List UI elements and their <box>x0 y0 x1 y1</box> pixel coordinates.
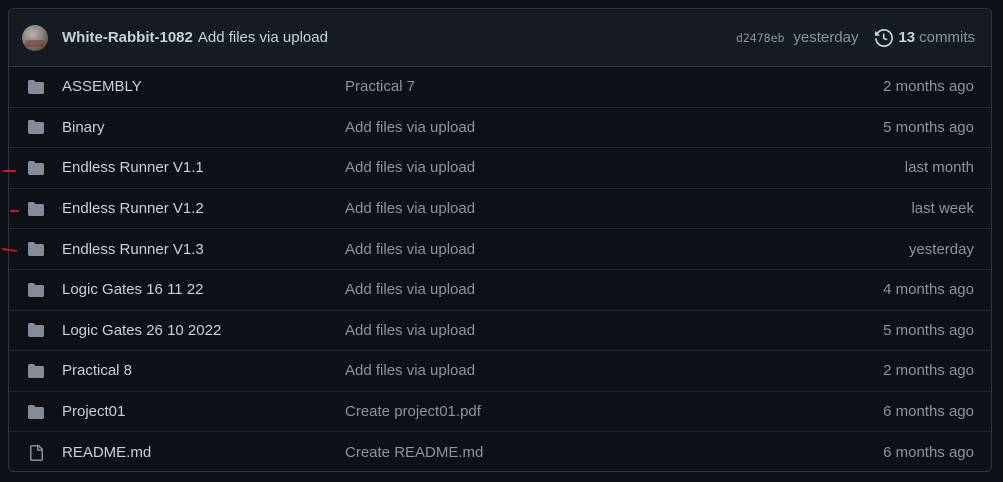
file-age: 6 months ago <box>883 403 974 421</box>
commit-sha-link[interactable]: d2478eb <box>736 31 784 45</box>
file-commit-message-link[interactable]: Create project01.pdf <box>345 403 883 420</box>
file-list: ASSEMBLY Practical 72 months ago Binary Add… <box>9 67 991 471</box>
file-age: 5 months ago <box>883 118 974 136</box>
commits-label: commits <box>919 29 975 46</box>
file-row[interactable]: Binary Add files via upload 5 months ago <box>9 108 991 149</box>
file-age: last month <box>904 159 974 177</box>
folder-icon <box>26 361 46 381</box>
file-commit-message-link[interactable]: Add files via upload <box>345 241 909 258</box>
folder-icon <box>26 280 46 300</box>
annotation-marker <box>3 170 16 172</box>
folder-icon <box>26 402 46 422</box>
commit-count: 13 <box>898 29 916 46</box>
file-commit-message-link[interactable]: Add files via upload <box>345 119 883 136</box>
file-commit-message-link[interactable]: Add files via upload <box>345 281 883 298</box>
history-icon <box>875 28 894 47</box>
file-name-link[interactable]: Practical 8 <box>62 362 345 379</box>
file-name-link[interactable]: README.md <box>62 444 345 461</box>
file-age: 4 months ago <box>883 281 974 299</box>
file-age: last week <box>911 200 974 218</box>
commit-time: yesterday <box>793 29 859 46</box>
file-browser-box: White-Rabbit-1082 Add files via upload d… <box>8 8 992 472</box>
folder-icon <box>26 158 46 178</box>
folder-icon <box>26 77 46 97</box>
latest-commit-header: White-Rabbit-1082 Add files via upload d… <box>9 9 991 67</box>
folder-icon <box>26 320 46 340</box>
file-name-link[interactable]: Endless Runner V1.3 <box>62 241 345 258</box>
file-row[interactable]: ASSEMBLY Practical 72 months ago <box>9 67 991 108</box>
file-name-link[interactable]: Logic Gates 16 11 22 <box>62 281 345 298</box>
file-commit-message-link[interactable]: Add files via upload <box>345 322 883 339</box>
commit-message-link[interactable]: Add files via upload <box>198 29 328 46</box>
file-row[interactable]: Logic Gates 16 11 22 Add files via upload… <box>9 270 991 311</box>
file-icon <box>26 443 46 463</box>
folder-icon <box>26 117 46 137</box>
author-avatar[interactable] <box>22 24 48 51</box>
file-name-link[interactable]: ASSEMBLY <box>62 78 345 95</box>
file-age: 5 months ago <box>883 321 974 339</box>
file-row[interactable]: Endless Runner V1.2 Add files via upload l… <box>9 189 991 230</box>
file-age: 2 months ago <box>883 78 974 96</box>
file-commit-message-link[interactable]: Add files via upload <box>345 159 905 176</box>
file-row[interactable]: README.md Create README.md 6 months ago <box>9 432 991 471</box>
file-commit-message-link[interactable]: Add files via upload <box>345 200 911 217</box>
annotation-marker <box>10 210 19 212</box>
folder-icon <box>26 199 46 219</box>
file-row[interactable]: Endless Runner V1.1 Add files via upload l… <box>9 148 991 189</box>
file-commit-message-link[interactable]: Practical 7 <box>345 78 883 95</box>
file-age: yesterday <box>908 240 974 258</box>
file-age: 2 months ago <box>883 362 974 380</box>
file-row[interactable]: Project01 Create project01.pdf 6 months ag… <box>9 392 991 433</box>
file-commit-message-link[interactable]: Add files via upload <box>345 362 883 379</box>
file-name-link[interactable]: Logic Gates 26 10 2022 <box>62 322 345 339</box>
file-commit-message-link[interactable]: Create README.md <box>345 444 883 461</box>
commit-author-link[interactable]: White-Rabbit-1082 <box>62 29 193 46</box>
commits-history-link[interactable]: 13 commits <box>875 28 975 47</box>
file-row[interactable]: Endless Runner V1.3 Add files via upload y… <box>9 229 991 270</box>
folder-icon <box>26 239 46 259</box>
file-name-link[interactable]: Endless Runner V1.1 <box>62 159 345 176</box>
file-name-link[interactable]: Endless Runner V1.2 <box>62 200 345 217</box>
file-age: 6 months ago <box>883 444 974 462</box>
file-row[interactable]: Practical 8 Add files via upload 2 months … <box>9 351 991 392</box>
file-name-link[interactable]: Binary <box>62 119 345 136</box>
file-row[interactable]: Logic Gates 26 10 2022 Add files via uplo… <box>9 311 991 352</box>
file-name-link[interactable]: Project01 <box>62 403 345 420</box>
